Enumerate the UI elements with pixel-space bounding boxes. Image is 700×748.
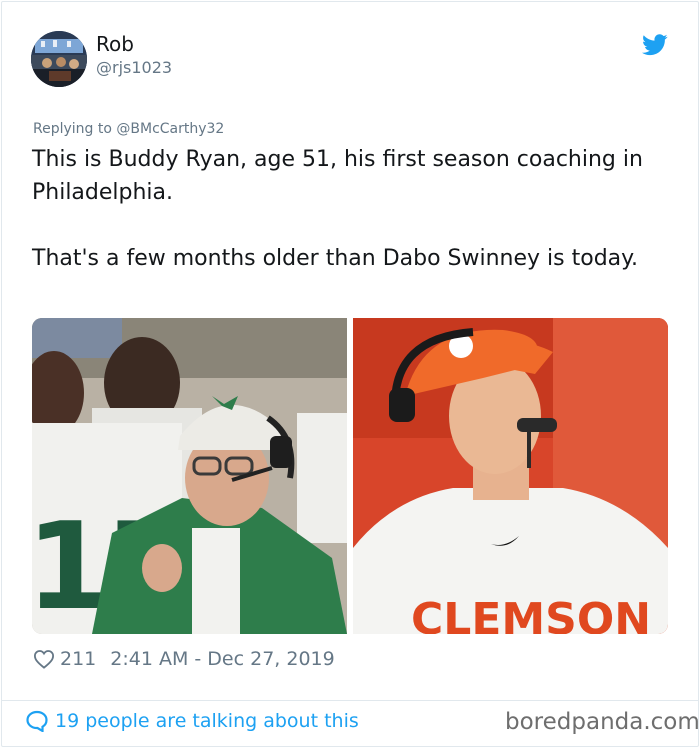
jersey-text: CLEMSON bbox=[411, 594, 651, 634]
replying-to: Replying to @BMcCarthy32 bbox=[33, 121, 224, 137]
tweet-photo-right[interactable]: CLEMSON bbox=[353, 318, 668, 634]
twitter-bird-icon[interactable] bbox=[642, 34, 668, 56]
avatar-image bbox=[31, 31, 87, 87]
tweet-paragraph: That's a few months older than Dabo Swin… bbox=[32, 246, 639, 271]
buddy-ryan-photo: 17 bbox=[32, 318, 347, 634]
replying-to-label: Replying to bbox=[33, 121, 112, 137]
replying-to-mention[interactable]: @BMcCarthy32 bbox=[116, 121, 224, 137]
conversation-link[interactable]: 19 people are talking about this bbox=[25, 710, 359, 732]
tweet-timestamp[interactable]: 2:41 AM - Dec 27, 2019 bbox=[110, 648, 334, 670]
heart-icon[interactable] bbox=[33, 649, 55, 669]
tweet-paragraph: This is Buddy Ryan, age 51, his first se… bbox=[32, 147, 643, 205]
user-handle[interactable]: @rjs1023 bbox=[96, 58, 172, 77]
conversation-text[interactable]: 19 people are talking about this bbox=[55, 710, 359, 732]
tweet-meta: 211 2:41 AM - Dec 27, 2019 bbox=[33, 648, 335, 670]
avatar[interactable] bbox=[31, 31, 87, 87]
tweet-text: This is Buddy Ryan, age 51, his first se… bbox=[32, 143, 652, 308]
display-name[interactable]: Rob bbox=[96, 32, 134, 56]
footer-divider bbox=[1, 700, 699, 701]
source-watermark: boredpanda.com bbox=[505, 709, 700, 735]
like-count[interactable]: 211 bbox=[60, 648, 96, 670]
dabo-swinney-photo: CLEMSON bbox=[353, 318, 668, 634]
speech-bubble-icon bbox=[26, 710, 48, 732]
tweet-photo-left[interactable]: 17 bbox=[32, 318, 347, 634]
